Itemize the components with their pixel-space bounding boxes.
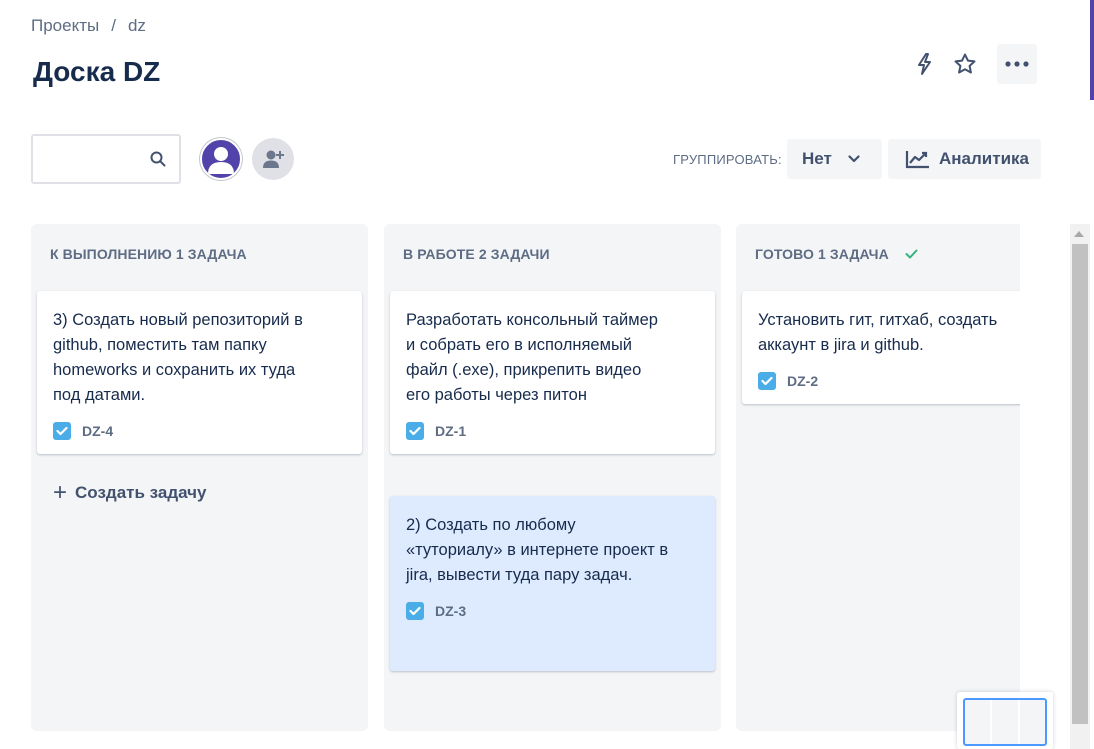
column-title: В РАБОТЕ 2 ЗАДАЧИ bbox=[403, 246, 550, 262]
search-field[interactable] bbox=[33, 136, 143, 182]
breadcrumb: Проекты / dz bbox=[31, 16, 146, 36]
minimap-viewport[interactable] bbox=[963, 698, 1047, 746]
chevron-down-icon bbox=[848, 155, 860, 163]
minimap-column bbox=[965, 700, 993, 744]
group-by-label: ГРУППИРОВАТЬ: bbox=[673, 152, 782, 167]
breadcrumb-projects-link[interactable]: Проекты bbox=[31, 16, 99, 36]
more-actions-button[interactable] bbox=[997, 44, 1037, 84]
issue-card-selected[interactable]: 2) Создать по любому «туториалу» в интер… bbox=[390, 496, 715, 671]
header-actions bbox=[905, 44, 1037, 84]
issue-summary: Установить гит, гитхаб, создать аккаунт … bbox=[758, 311, 998, 354]
add-user-icon bbox=[263, 150, 284, 168]
issue-key[interactable]: DZ-2 bbox=[787, 373, 818, 389]
add-people-button[interactable] bbox=[252, 138, 294, 180]
person-icon bbox=[208, 147, 234, 174]
breadcrumb-separator: / bbox=[111, 16, 116, 35]
task-type-icon bbox=[406, 422, 424, 440]
issue-card[interactable]: 3) Создать новый репозиторий в github, п… bbox=[37, 291, 362, 454]
issue-card[interactable]: Установить гит, гитхаб, создать аккаунт … bbox=[742, 291, 1020, 404]
vertical-scrollbar[interactable] bbox=[1070, 224, 1090, 749]
star-icon bbox=[954, 53, 976, 74]
column-title-wrapper: ГОТОВО 1 ЗАДАЧА bbox=[755, 246, 918, 262]
page-title: Доска DZ bbox=[33, 56, 161, 87]
create-task-button[interactable]: + Создать задачу bbox=[53, 479, 207, 506]
minimap-column bbox=[1020, 700, 1045, 744]
task-type-icon bbox=[406, 602, 424, 620]
issue-key[interactable]: DZ-3 bbox=[435, 603, 466, 619]
issue-summary: 2) Создать по любому «туториалу» в интер… bbox=[406, 516, 669, 584]
group-by-value: Нет bbox=[802, 149, 832, 168]
issue-card[interactable]: Разработать консольный таймер и собрать … bbox=[390, 291, 715, 454]
chart-line-icon bbox=[905, 151, 929, 169]
star-button[interactable] bbox=[945, 44, 985, 84]
more-icon bbox=[1005, 61, 1029, 67]
analytics-label: Аналитика bbox=[939, 149, 1029, 168]
kanban-board: К ВЫПОЛНЕНИЮ 1 ЗАДАЧА 3) Создать новый р… bbox=[0, 224, 1020, 749]
column-title: К ВЫПОЛНЕНИЮ 1 ЗАДАЧА bbox=[50, 246, 247, 262]
column-todo: К ВЫПОЛНЕНИЮ 1 ЗАДАЧА 3) Создать новый р… bbox=[31, 224, 368, 731]
issue-key[interactable]: DZ-1 bbox=[435, 423, 466, 439]
lightning-icon bbox=[918, 53, 931, 75]
scrollbar-thumb[interactable] bbox=[1072, 244, 1088, 724]
analytics-button[interactable]: Аналитика bbox=[888, 139, 1041, 179]
issue-summary: Разработать консольный таймер и собрать … bbox=[406, 311, 658, 404]
issue-summary: 3) Создать новый репозиторий в github, п… bbox=[53, 311, 303, 404]
task-type-icon bbox=[53, 422, 71, 440]
done-check-icon bbox=[905, 249, 918, 259]
automation-button[interactable] bbox=[905, 44, 945, 84]
task-type-icon bbox=[758, 372, 776, 390]
search-input[interactable] bbox=[31, 134, 181, 184]
board-minimap[interactable] bbox=[957, 692, 1053, 749]
column-in-progress: В РАБОТЕ 2 ЗАДАЧИ Разработать консольный… bbox=[384, 224, 721, 731]
plus-icon: + bbox=[53, 479, 68, 506]
search-icon bbox=[150, 151, 166, 167]
column-title: ГОТОВО 1 ЗАДАЧА bbox=[755, 246, 889, 262]
sidebar-edge bbox=[1090, 0, 1094, 100]
scroll-up-arrow-icon[interactable] bbox=[1074, 231, 1084, 237]
group-by-select[interactable]: Нет bbox=[787, 139, 882, 179]
create-task-label: Создать задачу bbox=[75, 483, 207, 502]
column-done: ГОТОВО 1 ЗАДАЧА Установить гит, гитхаб, … bbox=[736, 224, 1020, 731]
breadcrumb-project-link[interactable]: dz bbox=[128, 16, 146, 36]
minimap-column bbox=[992, 700, 1020, 744]
user-avatar[interactable] bbox=[200, 138, 242, 180]
issue-key[interactable]: DZ-4 bbox=[82, 423, 113, 439]
